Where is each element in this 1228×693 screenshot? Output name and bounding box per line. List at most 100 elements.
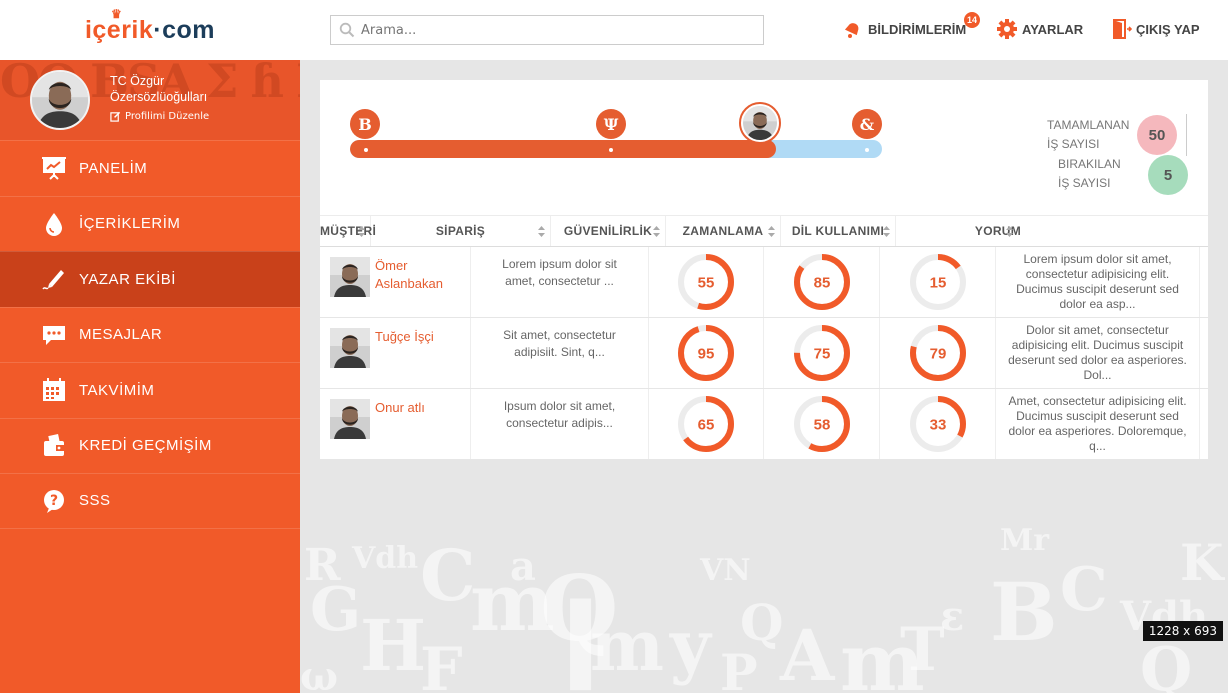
sidebar-item-kredi-gecmisim[interactable]: KREDİ GEÇMİŞİM bbox=[0, 417, 300, 474]
column-header-comment[interactable]: YORUM bbox=[896, 216, 1100, 246]
writer-team-card: B Ψ & TAMAMLANAN İŞ SAYISI 50 BIRAKILAN İŞ… bbox=[320, 80, 1208, 460]
svg-text:H: H bbox=[360, 604, 426, 687]
column-header-reliability[interactable]: GÜVENİLİRLİK bbox=[551, 216, 666, 246]
svg-text:F: F bbox=[420, 635, 463, 693]
customer-cell: Tuğçe İşçi bbox=[320, 318, 471, 388]
edit-profile-label: Profilimi Düzenle bbox=[125, 111, 210, 122]
customer-cell: Onur atlı bbox=[320, 389, 471, 459]
sidebar-item-mesajlar[interactable]: MESAJLAR bbox=[0, 306, 300, 363]
customer-name[interactable]: Onur atlı bbox=[375, 399, 425, 459]
sort-icon bbox=[883, 226, 890, 237]
column-header-language[interactable]: DİL KULLANIMI bbox=[781, 216, 896, 246]
sort-icon bbox=[768, 226, 775, 237]
gauge-value: 79 bbox=[929, 346, 946, 363]
column-header-order[interactable]: SİPARİŞ bbox=[371, 216, 551, 246]
gauge-value: 58 bbox=[813, 417, 830, 434]
table-row[interactable]: Tuğçe İşçi Sit amet, consectetur adipisi… bbox=[320, 318, 1208, 389]
gauge-value: 75 bbox=[813, 346, 830, 363]
logo[interactable]: ♛ içerik·com bbox=[85, 7, 216, 45]
gear-icon bbox=[997, 19, 1017, 39]
completed-label: TAMAMLANAN İŞ SAYISI bbox=[1047, 118, 1130, 151]
svg-text:C: C bbox=[420, 534, 476, 617]
edit-profile-link[interactable]: Profilimi Düzenle bbox=[110, 111, 209, 122]
svg-text:C: C bbox=[1060, 555, 1108, 625]
search-input[interactable] bbox=[361, 22, 741, 38]
svg-text:P: P bbox=[720, 643, 758, 693]
notifications-button[interactable]: BİLDİRİMLERİM 14 bbox=[842, 12, 981, 40]
person-photo bbox=[743, 106, 777, 140]
language-gauge: 33 bbox=[909, 396, 966, 452]
svg-text:ω: ω bbox=[300, 653, 338, 693]
customer-avatar[interactable] bbox=[330, 399, 370, 439]
sidebar-item-label: İÇERİKLERİM bbox=[79, 215, 181, 233]
svg-text:?: ? bbox=[50, 493, 58, 509]
table-row[interactable]: Onur atlı Ipsum dolor sit amet, consecte… bbox=[320, 389, 1208, 460]
wallet-icon bbox=[40, 432, 68, 460]
psi-letter-icon[interactable]: Ψ bbox=[596, 109, 626, 139]
svg-text:y: y bbox=[669, 604, 713, 687]
customer-name[interactable]: Ömer Aslanbakan bbox=[375, 257, 470, 317]
progress-bar-fill bbox=[350, 140, 776, 158]
sidebar-item-yazar-ekibi[interactable]: YAZAR EKİBİ bbox=[0, 251, 300, 307]
customer-avatar[interactable] bbox=[330, 328, 370, 368]
drop-icon bbox=[40, 210, 68, 238]
b-letter-icon[interactable]: B bbox=[350, 109, 380, 139]
reliability-cell: 95 bbox=[649, 318, 764, 388]
sidebar-nav: PANELİM İÇERİKLERİM YAZAR EKİBİ MESAJLAR… bbox=[0, 140, 300, 529]
svg-text:Vdh: Vdh bbox=[351, 541, 418, 576]
left-label: BIRAKILAN İŞ SAYISI bbox=[1058, 157, 1121, 190]
timing-gauge: 75 bbox=[793, 325, 850, 381]
avatar[interactable] bbox=[30, 70, 90, 130]
logo-bar: ♛ içerik·com bbox=[0, 0, 300, 60]
order-cell: Lorem ipsum dolor sit amet, consectetur … bbox=[471, 247, 649, 317]
person-photo bbox=[32, 72, 88, 128]
reliability-gauge: 55 bbox=[678, 254, 734, 310]
sidebar-item-label: SSS bbox=[79, 492, 111, 510]
language-gauge: 79 bbox=[909, 325, 966, 381]
customer-avatar[interactable] bbox=[330, 257, 370, 297]
comment-cell: Lorem ipsum dolor sit amet, consectetur … bbox=[996, 247, 1200, 317]
ampersand-letter-icon[interactable]: & bbox=[852, 109, 882, 139]
gauge-value: 15 bbox=[929, 275, 946, 292]
profile-name: TC Özgür Özersözlüoğulları bbox=[110, 74, 208, 104]
svg-text:VN: VN bbox=[699, 553, 751, 588]
door-exit-icon bbox=[1113, 19, 1132, 39]
sidebar-item-iceriklerim[interactable]: İÇERİKLERİM bbox=[0, 195, 300, 252]
comment-cell: Dolor sit amet, consectetur adipisicing … bbox=[996, 318, 1200, 388]
person-photo bbox=[330, 328, 370, 368]
reliability-cell: 55 bbox=[649, 247, 764, 317]
sidebar-item-label: KREDİ GEÇMİŞİM bbox=[79, 437, 212, 455]
presentation-chart-icon bbox=[40, 154, 68, 182]
language-cell: 15 bbox=[880, 247, 996, 317]
table-header: MÜŞTERİ SİPARİŞ GÜVENİLİRLİK ZAMANLAMA D… bbox=[320, 215, 1208, 247]
column-header-customer[interactable]: MÜŞTERİ bbox=[320, 216, 376, 246]
progress-dot bbox=[609, 148, 613, 152]
logo-dot: · bbox=[153, 15, 163, 44]
customer-cell: Ömer Aslanbakan bbox=[320, 247, 471, 317]
svg-text:G: G bbox=[310, 575, 361, 645]
stat-divider bbox=[1186, 114, 1187, 156]
writer-avatar[interactable] bbox=[739, 102, 781, 144]
writer-table: MÜŞTERİ SİPARİŞ GÜVENİLİRLİK ZAMANLAMA D… bbox=[320, 215, 1208, 460]
sidebar-item-sss[interactable]: ? SSS bbox=[0, 473, 300, 529]
logout-button[interactable]: ÇIKIŞ YAP bbox=[1110, 18, 1200, 40]
svg-text:Q: Q bbox=[1140, 635, 1192, 693]
topbar: BİLDİRİMLERİM 14 AYARLAR ÇIKIŞ YAP bbox=[300, 0, 1228, 60]
column-header-timing[interactable]: ZAMANLAMA bbox=[666, 216, 781, 246]
order-cell: Ipsum dolor sit amet, consectetur adipis… bbox=[471, 389, 649, 459]
customer-name[interactable]: Tuğçe İşçi bbox=[375, 328, 434, 388]
table-row[interactable]: Ömer Aslanbakan Lorem ipsum dolor sit am… bbox=[320, 247, 1208, 318]
svg-text:A: A bbox=[779, 614, 836, 693]
reliability-gauge: 95 bbox=[678, 325, 734, 381]
sidebar: ♛ içerik·com ÖQ BSA Ʃ ɦ DO ÇK TC Özgür Ö… bbox=[0, 0, 300, 693]
settings-button[interactable]: AYARLAR bbox=[996, 18, 1083, 40]
sidebar-item-panelim[interactable]: PANELİM bbox=[0, 140, 300, 196]
calendar-icon bbox=[40, 376, 68, 404]
svg-text:m: m bbox=[590, 604, 664, 687]
progress-dot bbox=[364, 148, 368, 152]
completed-count-badge: 50 bbox=[1137, 115, 1177, 155]
logo-text-b: com bbox=[162, 15, 216, 44]
sidebar-item-takvimim[interactable]: TAKVİMİM bbox=[0, 362, 300, 418]
gauge-value: 33 bbox=[929, 417, 946, 434]
search-box[interactable] bbox=[330, 15, 764, 45]
